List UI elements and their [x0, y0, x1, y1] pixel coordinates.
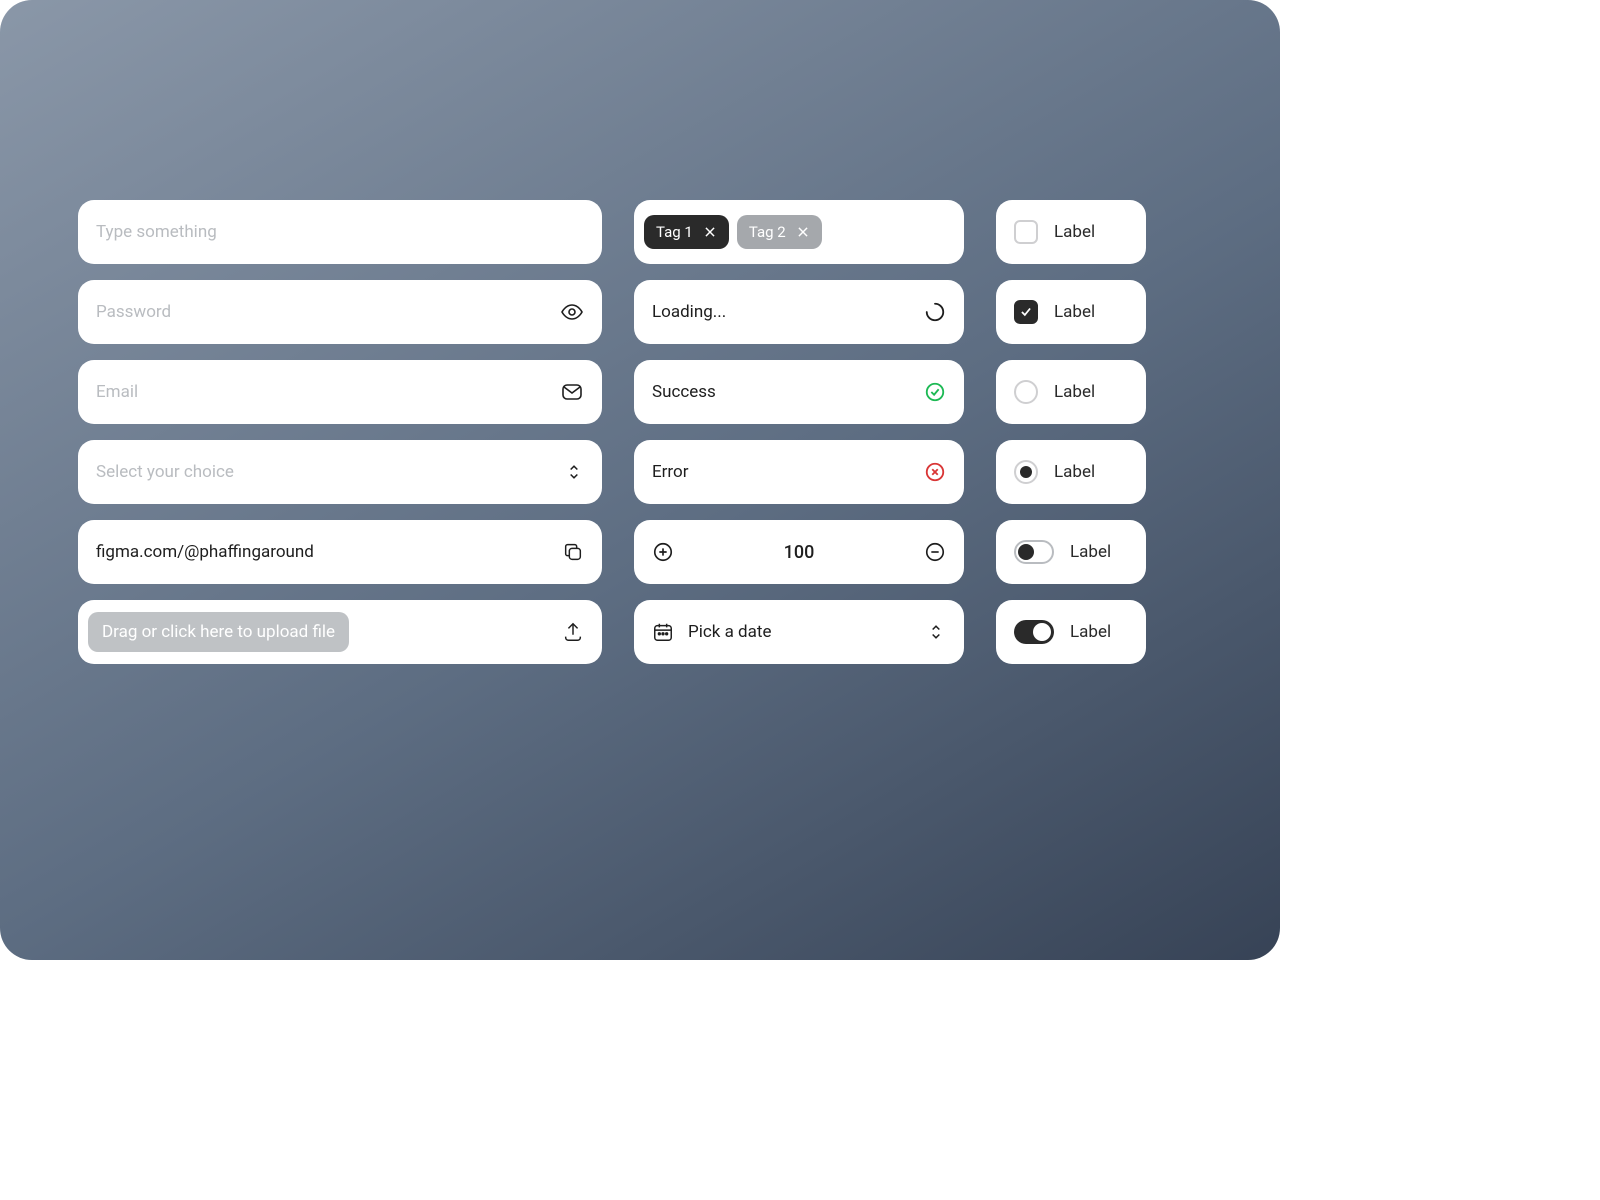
- toggle-icon[interactable]: [1014, 540, 1054, 564]
- upload-icon: [562, 621, 584, 643]
- email-placeholder: Email: [96, 382, 138, 402]
- radio-label: Label: [1054, 382, 1095, 402]
- component-gallery: Type something Password Email Select you…: [0, 0, 1280, 960]
- copy-icon[interactable]: [562, 541, 584, 563]
- chevron-up-down-icon: [564, 462, 584, 482]
- spinner-icon: [924, 301, 946, 323]
- email-input[interactable]: Email: [78, 360, 602, 424]
- switch-label: Label: [1070, 622, 1111, 642]
- checkbox-icon[interactable]: [1014, 300, 1038, 324]
- column-inputs: Type something Password Email Select you…: [78, 200, 602, 664]
- checkbox-label: Label: [1054, 222, 1095, 242]
- password-input[interactable]: Password: [78, 280, 602, 344]
- loading-state: Loading...: [634, 280, 964, 344]
- password-placeholder: Password: [96, 302, 171, 322]
- tag-2[interactable]: Tag 2: [737, 215, 822, 249]
- checkbox-unchecked[interactable]: Label: [996, 200, 1146, 264]
- calendar-icon: [652, 621, 674, 643]
- select-input[interactable]: Select your choice: [78, 440, 602, 504]
- radio-icon[interactable]: [1014, 460, 1038, 484]
- success-label: Success: [652, 382, 716, 402]
- date-picker[interactable]: Pick a date: [634, 600, 964, 664]
- loading-label: Loading...: [652, 302, 726, 322]
- minus-circle-icon[interactable]: [924, 541, 946, 563]
- tag-1-label: Tag 1: [656, 223, 693, 241]
- url-value: figma.com/@phaffingaround: [96, 542, 314, 562]
- check-circle-icon: [924, 381, 946, 403]
- radio-selected[interactable]: Label: [996, 440, 1146, 504]
- success-state: Success: [634, 360, 964, 424]
- text-input[interactable]: Type something: [78, 200, 602, 264]
- column-controls: Label Label Label Label Label Label: [996, 200, 1146, 664]
- stepper-value: 100: [784, 542, 815, 563]
- radio-unselected[interactable]: Label: [996, 360, 1146, 424]
- url-input[interactable]: figma.com/@phaffingaround: [78, 520, 602, 584]
- switch-label: Label: [1070, 542, 1111, 562]
- date-placeholder: Pick a date: [688, 622, 771, 642]
- switch-off[interactable]: Label: [996, 520, 1146, 584]
- checkbox-checked[interactable]: Label: [996, 280, 1146, 344]
- upload-label: Drag or click here to upload file: [88, 612, 349, 652]
- mail-icon: [560, 380, 584, 404]
- tag-2-label: Tag 2: [749, 223, 786, 241]
- tags-input[interactable]: Tag 1 Tag 2: [634, 200, 964, 264]
- toggle-icon[interactable]: [1014, 620, 1054, 644]
- number-stepper[interactable]: 100: [634, 520, 964, 584]
- checkbox-label: Label: [1054, 302, 1095, 322]
- radio-icon[interactable]: [1014, 380, 1038, 404]
- text-input-placeholder: Type something: [96, 222, 217, 242]
- close-icon[interactable]: [703, 225, 717, 239]
- eye-icon[interactable]: [560, 300, 584, 324]
- x-circle-icon: [924, 461, 946, 483]
- select-placeholder: Select your choice: [96, 462, 234, 482]
- tag-1[interactable]: Tag 1: [644, 215, 729, 249]
- close-icon[interactable]: [796, 225, 810, 239]
- chevron-up-down-icon: [926, 622, 946, 642]
- error-label: Error: [652, 462, 688, 482]
- column-status: Tag 1 Tag 2 Loading... Success: [634, 200, 964, 664]
- switch-on[interactable]: Label: [996, 600, 1146, 664]
- plus-circle-icon[interactable]: [652, 541, 674, 563]
- radio-label: Label: [1054, 462, 1095, 482]
- file-upload[interactable]: Drag or click here to upload file: [78, 600, 602, 664]
- checkbox-icon[interactable]: [1014, 220, 1038, 244]
- error-state: Error: [634, 440, 964, 504]
